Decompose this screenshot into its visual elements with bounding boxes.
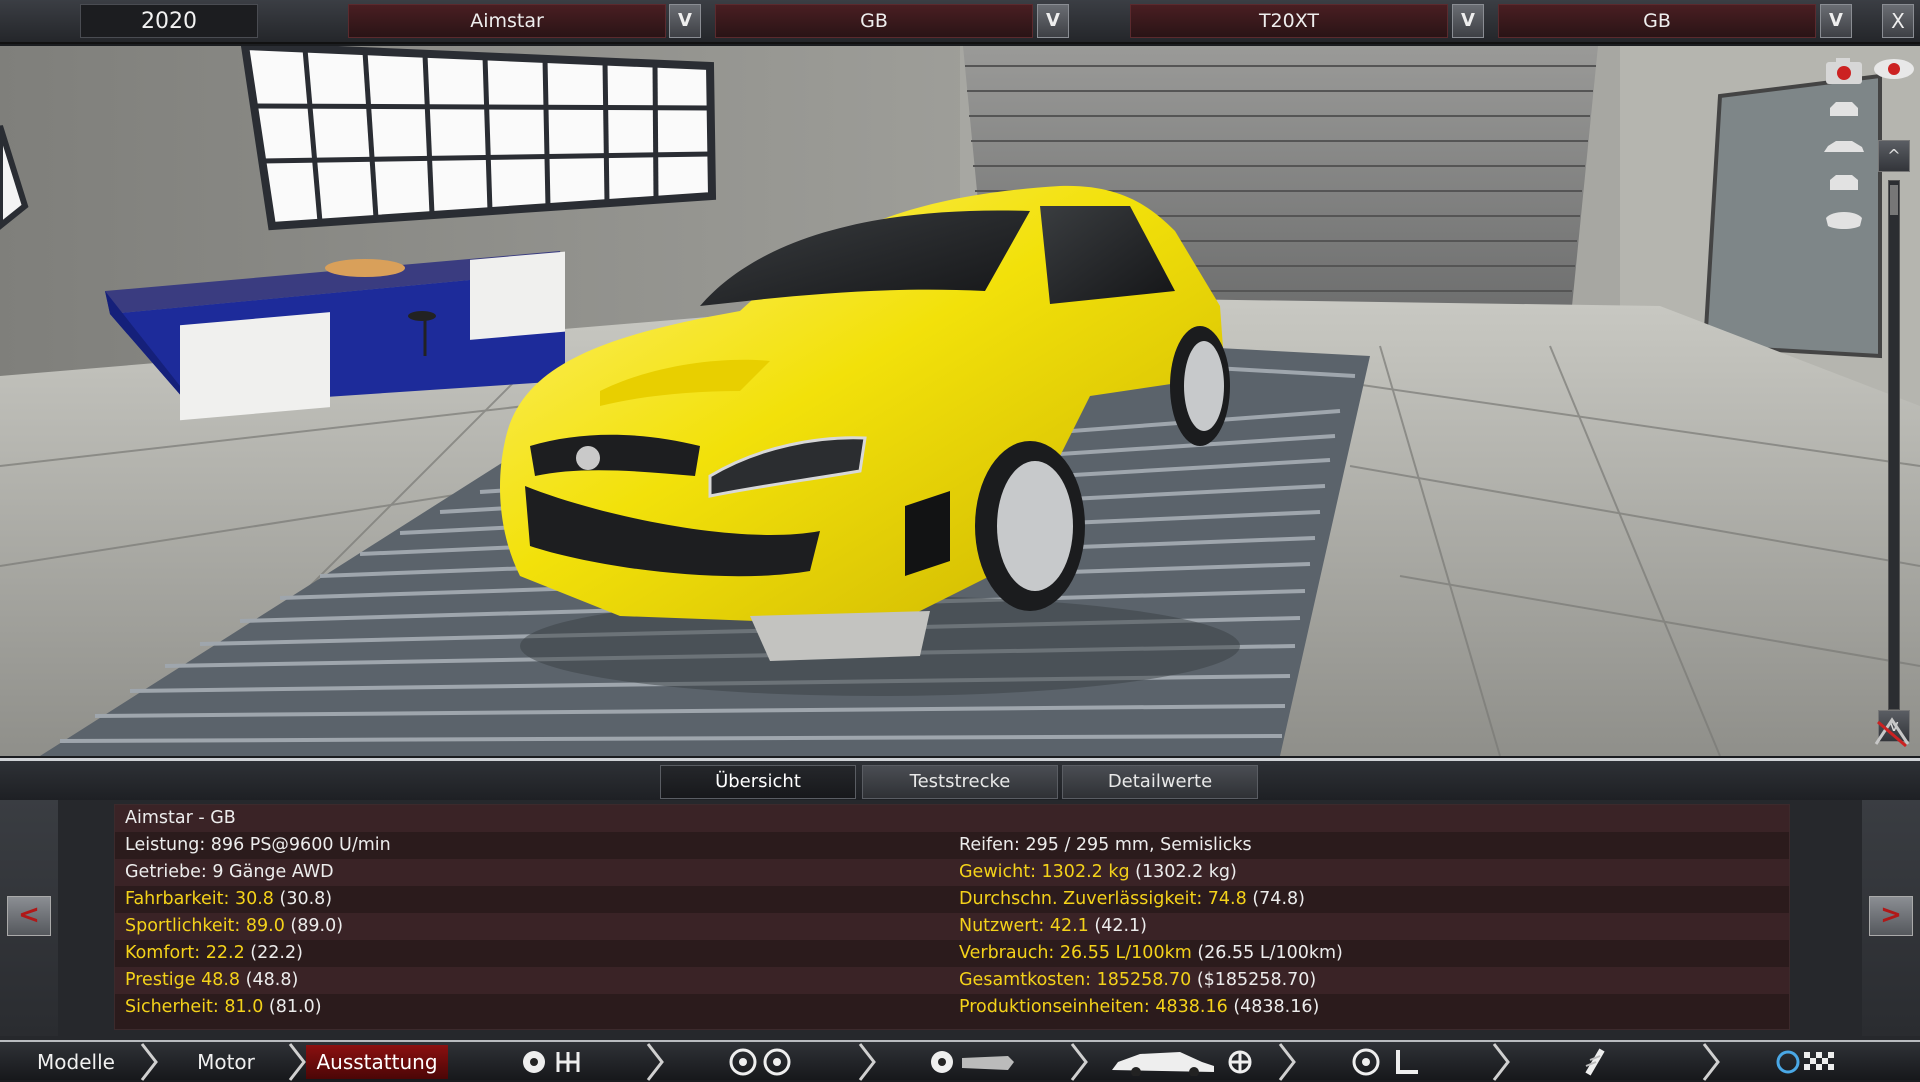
reliability-stat: Durchschn. Zuverlässigkeit: 74.8 (74.8) — [959, 889, 1305, 909]
summary-row: Komfort: 22.2 (22.2) Verbrauch: 26.55 L/… — [115, 940, 1789, 967]
reset-view-icon[interactable] — [1872, 714, 1912, 750]
engine-trim-dropdown-button[interactable]: V — [1820, 4, 1852, 38]
summary-row: Prestige 48.8 (48.8) Gesamtkosten: 18525… — [115, 967, 1789, 994]
window — [240, 46, 717, 231]
tab-uebersicht[interactable]: Übersicht — [660, 765, 856, 799]
scroll-track[interactable] — [1888, 180, 1900, 710]
top-bar: 2020 Aimstar V GB V T20XT V GB V X — [0, 0, 1920, 44]
nav-motor[interactable]: Motor — [168, 1045, 284, 1079]
summary-row: Fahrbarkeit: 30.8 (30.8) Durchschn. Zuve… — [115, 886, 1789, 913]
car-summary-table: Aimstar - GB Leistung: 896 PS@9600 U/min… — [114, 804, 1790, 1030]
car-top-view-icon[interactable] — [1822, 208, 1866, 230]
engine-select[interactable]: T20XT — [1130, 4, 1448, 38]
car-3d-viewport[interactable]: ^ v — [0, 46, 1920, 756]
chassis-icon[interactable] — [928, 1048, 1018, 1076]
scroll-up-button[interactable]: ^ — [1878, 140, 1910, 172]
suspension-icon[interactable] — [1580, 1048, 1610, 1076]
car-front-view-icon[interactable] — [1822, 98, 1866, 120]
tab-detailwerte[interactable]: Detailwerte — [1062, 765, 1258, 799]
total-cost-stat: Gesamtkosten: 185258.70 ($185258.70) — [959, 970, 1317, 990]
prestige-stat: Prestige 48.8 (48.8) — [125, 970, 299, 990]
info-panel: < > Aimstar - GB Leistung: 896 PS@9600 U… — [0, 800, 1920, 1040]
test-finish-icon[interactable] — [1776, 1048, 1836, 1076]
chevron-right-icon — [1278, 1043, 1296, 1081]
chevron-right-icon — [1492, 1043, 1510, 1081]
comfort-stat: Komfort: 22.2 (22.2) — [125, 943, 303, 963]
nav-ausstattung[interactable]: Ausstattung — [306, 1045, 448, 1079]
tab-teststrecke[interactable]: Teststrecke — [862, 765, 1058, 799]
utility-stat: Nutzwert: 42.1 (42.1) — [959, 916, 1147, 936]
car-title: Aimstar - GB — [125, 808, 236, 828]
tab-bar: Übersicht Teststrecke Detailwerte — [0, 758, 1920, 800]
camera-icon[interactable] — [1822, 56, 1866, 84]
prev-button[interactable]: < — [7, 896, 51, 936]
gearbox-stat: Getriebe: 9 Gänge AWD — [125, 862, 334, 882]
tyres-stat: Reifen: 295 / 295 mm, Semislicks — [959, 835, 1252, 855]
summary-row: Aimstar - GB — [115, 805, 1789, 832]
eye-icon[interactable] — [1872, 56, 1916, 79]
chevron-right-icon — [1070, 1043, 1088, 1081]
safety-stat: Sicherheit: 81.0 (81.0) — [125, 997, 322, 1017]
year-display: 2020 — [80, 4, 258, 38]
scroll-thumb[interactable] — [1890, 185, 1898, 215]
sportiness-stat: Sportlichkeit: 89.0 (89.0) — [125, 916, 344, 936]
summary-row: Leistung: 896 PS@9600 U/min Reifen: 295 … — [115, 832, 1789, 859]
chevron-right-icon — [858, 1043, 876, 1081]
engine-dropdown-button[interactable]: V — [1452, 4, 1484, 38]
power-stat: Leistung: 896 PS@9600 U/min — [125, 835, 391, 855]
trim-select[interactable]: GB — [715, 4, 1033, 38]
chevron-right-icon — [288, 1043, 306, 1081]
summary-row: Sportlichkeit: 89.0 (89.0) Nutzwert: 42.… — [115, 913, 1789, 940]
engine-trim-select[interactable]: GB — [1498, 4, 1816, 38]
model-dropdown-button[interactable]: V — [669, 4, 701, 38]
next-button[interactable]: > — [1869, 896, 1913, 936]
model-select[interactable]: Aimstar — [348, 4, 666, 38]
trim-dropdown-button[interactable]: V — [1037, 4, 1069, 38]
chevron-right-icon — [140, 1043, 158, 1081]
body-design-icon[interactable] — [1110, 1048, 1260, 1077]
left-nav-column: < — [0, 800, 58, 1036]
nav-modelle[interactable]: Modelle — [14, 1045, 138, 1079]
bottom-nav: Modelle Motor Ausstattung — [0, 1040, 1920, 1081]
wheels-icon[interactable] — [726, 1048, 796, 1076]
right-nav-column: > — [1862, 800, 1920, 1036]
transmission-icon[interactable] — [520, 1048, 590, 1076]
chevron-right-icon — [1702, 1043, 1720, 1081]
view-scrollbar[interactable]: ^ v — [1876, 90, 1914, 750]
fuel-consumption-stat: Verbrauch: 26.55 L/100km (26.55 L/100km) — [959, 943, 1343, 963]
car-rear-view-icon[interactable] — [1822, 172, 1866, 194]
car-side-view-icon[interactable] — [1822, 136, 1866, 158]
summary-row: Getriebe: 9 Gänge AWD Gewicht: 1302.2 kg… — [115, 859, 1789, 886]
production-units-stat: Produktionseinheiten: 4838.16 (4838.16) — [959, 997, 1320, 1017]
drivability-stat: Fahrbarkeit: 30.8 (30.8) — [125, 889, 333, 909]
weight-stat: Gewicht: 1302.2 kg (1302.2 kg) — [959, 862, 1237, 882]
garage-scene — [0, 46, 1920, 756]
summary-row: Sicherheit: 81.0 (81.0) Produktionseinhe… — [115, 994, 1789, 1021]
chevron-right-icon — [646, 1043, 664, 1081]
close-button[interactable]: X — [1882, 4, 1914, 38]
interior-icon[interactable] — [1352, 1048, 1426, 1076]
